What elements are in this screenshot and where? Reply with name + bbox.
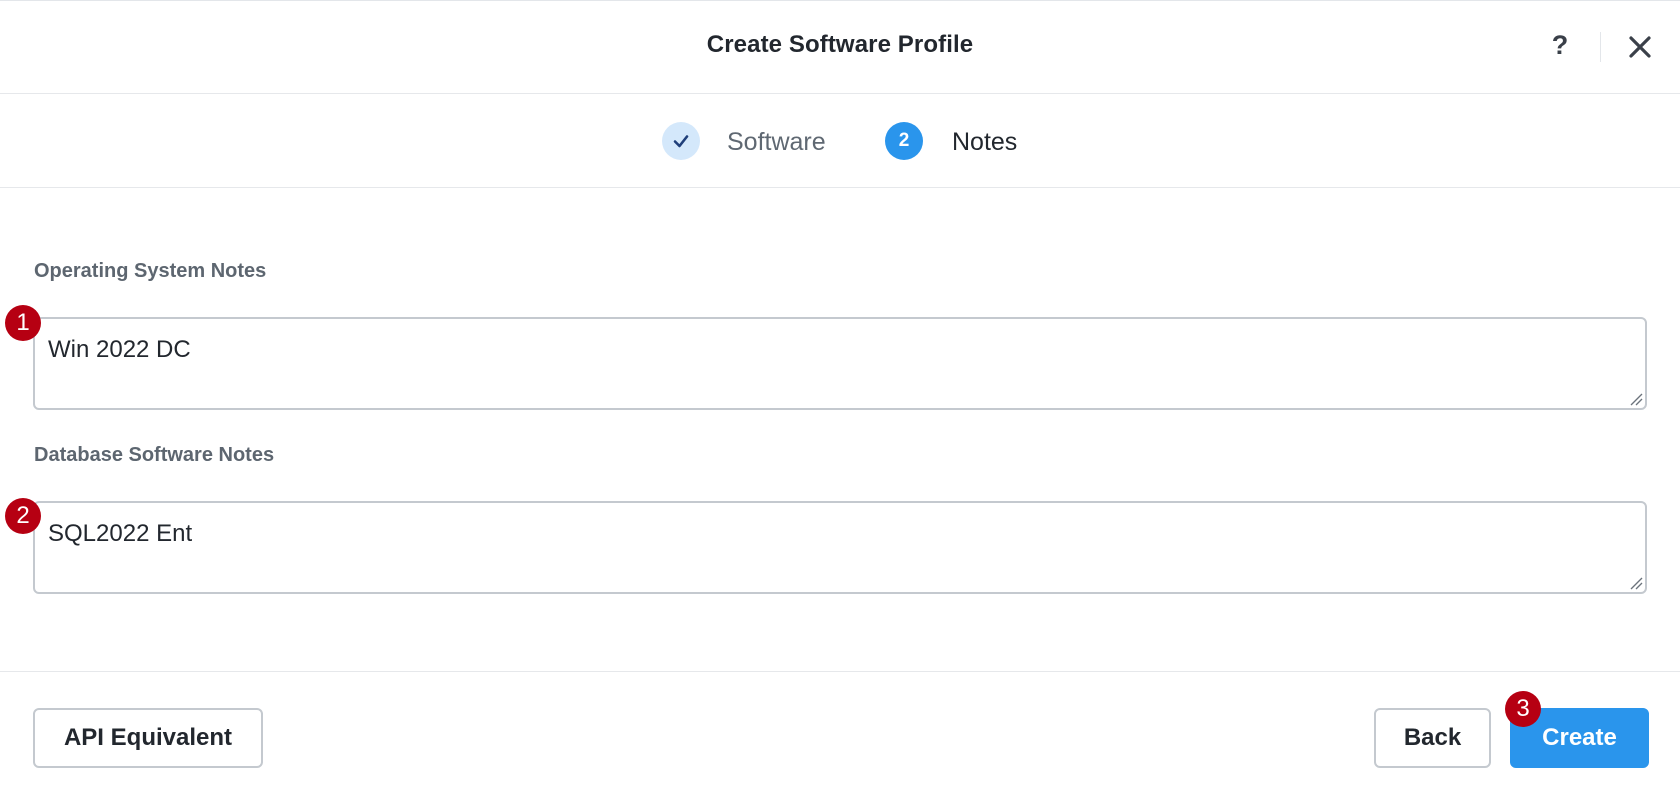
resize-handle-icon[interactable]: [1629, 576, 1643, 590]
close-icon: [1629, 36, 1651, 58]
db-notes-textarea[interactable]: SQL2022 Ent: [33, 501, 1647, 594]
header-divider: [1600, 32, 1601, 62]
annotation-badge-2: 2: [5, 498, 41, 534]
annotation-badge-3: 3: [1505, 691, 1541, 727]
db-notes-label: Database Software Notes: [34, 444, 275, 466]
os-notes-value: Win 2022 DC: [48, 336, 191, 363]
step-notes-number: 2: [885, 122, 923, 160]
create-software-profile-dialog: Create Software Profile ? Software 2 Not…: [0, 0, 1680, 802]
dialog-header: Create Software Profile ?: [0, 1, 1680, 94]
os-notes-label: Operating System Notes: [34, 260, 267, 282]
wizard-stepper: Software 2 Notes: [0, 94, 1680, 188]
annotation-badge-1: 1: [5, 305, 41, 341]
help-button[interactable]: ?: [1544, 27, 1576, 63]
close-button[interactable]: [1624, 29, 1656, 65]
api-equivalent-button[interactable]: API Equivalent: [33, 708, 263, 768]
help-icon: ?: [1551, 30, 1569, 60]
back-button[interactable]: Back: [1374, 708, 1491, 768]
check-icon: [673, 135, 689, 148]
step-software-label[interactable]: Software: [727, 128, 826, 157]
step-notes-label: Notes: [952, 128, 1018, 156]
dialog-title: Create Software Profile: [706, 31, 974, 58]
resize-handle-icon[interactable]: [1629, 392, 1643, 406]
os-notes-textarea[interactable]: Win 2022 DC: [33, 317, 1647, 410]
db-notes-value: SQL2022 Ent: [48, 520, 193, 547]
step-software-completed-indicator[interactable]: [662, 122, 700, 160]
